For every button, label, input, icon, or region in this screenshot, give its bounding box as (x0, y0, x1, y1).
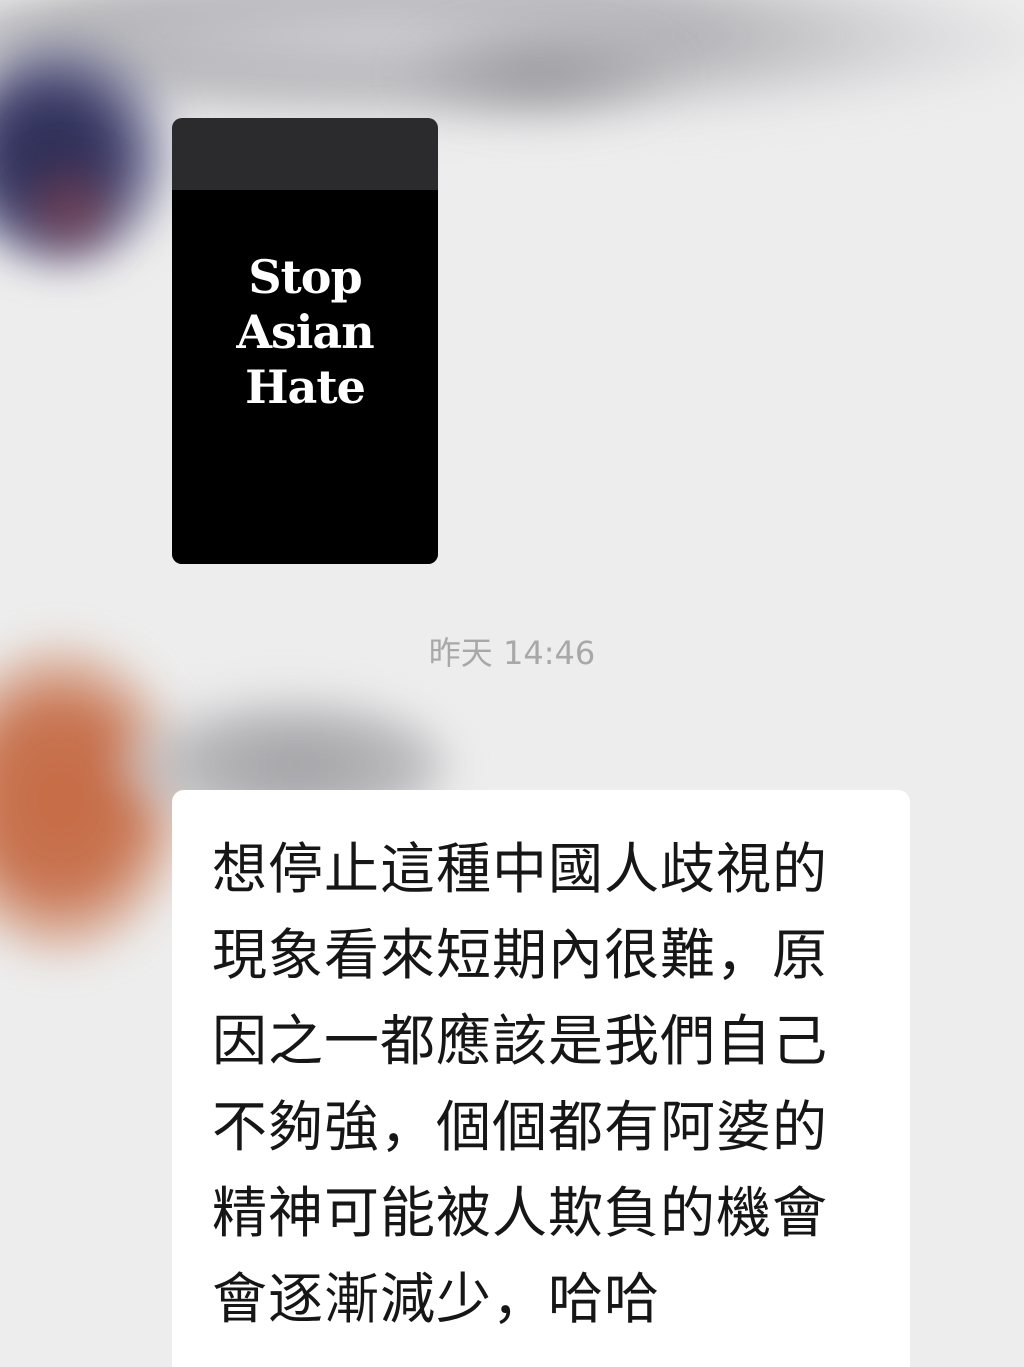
message-line: 不夠強，個個都有阿婆的 (212, 1095, 829, 1159)
poster-line: Stop (248, 250, 362, 304)
text-message-bubble[interactable]: 想停止這種中國人歧視的 現象看來短期內很難，原 因之一都應該是我們自己 不夠強，… (172, 790, 910, 1367)
poster-line: Hate (245, 360, 366, 414)
message-line: 想停止這種中國人歧視的 (212, 837, 829, 901)
redaction-smudge-mid (390, 20, 690, 130)
redaction-smudge-maroon (10, 150, 130, 270)
message-line: 會逐漸減少，哈哈 (212, 1267, 661, 1331)
message-line: 現象看來短期內很難，原 (212, 923, 829, 987)
chat-screen: Stop Asian Hate 昨天 14:46 想停止這種中國人歧視的 現象看… (0, 0, 1024, 1367)
poster-line: Asian (236, 305, 374, 359)
poster-text: Stop Asian Hate (236, 250, 374, 415)
message-text: 想停止這種中國人歧視的 現象看來短期內很難，原 因之一都應該是我們自己 不夠強，… (212, 826, 892, 1342)
message-line: 因之一都應該是我們自己 (212, 1009, 829, 1073)
message-timestamp: 昨天 14:46 (428, 634, 596, 672)
stop-asian-hate-image: Stop Asian Hate (172, 190, 438, 564)
message-line: 精神可能被人欺負的機會 (212, 1181, 829, 1245)
image-message[interactable]: Stop Asian Hate (172, 118, 438, 564)
